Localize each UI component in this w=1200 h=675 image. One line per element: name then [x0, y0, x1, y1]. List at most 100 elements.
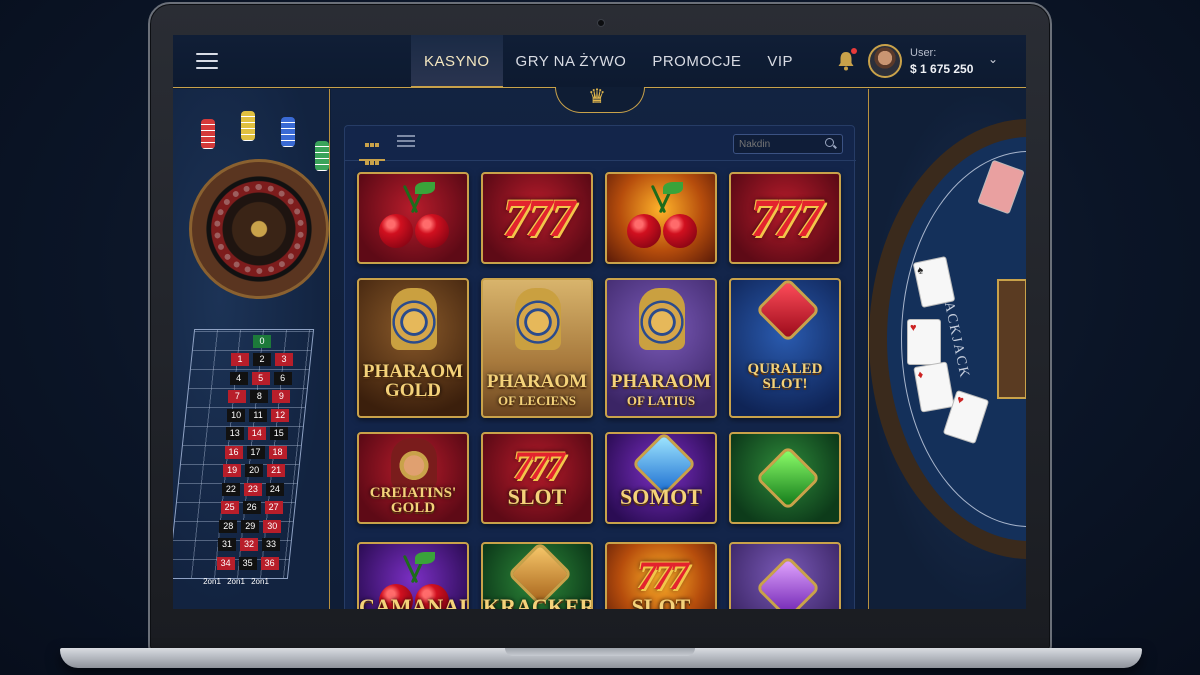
- game-title: SLOT: [507, 484, 567, 509]
- roulette-table: 0 1 2 3 4 5 6 7 8 9 10 11 12 13 14 15 16 17 18 19 20 21 22 23 24…: [173, 89, 330, 609]
- nav-kasyno[interactable]: KASYNO: [411, 35, 503, 88]
- game-lobby: ♛ 777777PHARAOM GOLDPHARAOMOF LECIENSPHA…: [331, 87, 868, 609]
- game-subtitle: OF LECIENS: [498, 393, 576, 408]
- cherries-icon: [607, 174, 715, 262]
- roulette-number[interactable]: 2: [253, 353, 271, 366]
- list-view-icon[interactable]: [397, 135, 415, 151]
- laptop-base: [60, 648, 1142, 668]
- game-title: SLOT: [631, 594, 691, 610]
- roulette-number[interactable]: 26: [242, 501, 261, 514]
- crown-icon: ♛: [588, 86, 606, 108]
- hamburger-menu-icon[interactable]: [196, 53, 218, 70]
- nav-vip[interactable]: VIP: [754, 35, 806, 88]
- amethyst-icon: [731, 544, 839, 609]
- roulette-number-0[interactable]: 0: [253, 335, 271, 348]
- chip-stack: [201, 119, 215, 149]
- game-tile[interactable]: PHARAOM OF LATIUS: [605, 278, 717, 418]
- roulette-number[interactable]: 32: [240, 538, 258, 551]
- roulette-number[interactable]: 4: [229, 371, 248, 385]
- roulette-number[interactable]: 5: [251, 371, 270, 385]
- roulette-number[interactable]: 22: [221, 482, 240, 496]
- emerald-icon: [731, 434, 839, 522]
- roulette-number[interactable]: 20: [245, 464, 264, 477]
- roulette-number[interactable]: 13: [225, 427, 244, 440]
- cherries-icon: [359, 174, 467, 262]
- view-toolbar: [345, 126, 856, 183]
- roulette-number[interactable]: 27: [264, 501, 283, 514]
- roulette-number[interactable]: 36: [260, 556, 279, 570]
- roulette-number[interactable]: 11: [249, 408, 268, 422]
- roulette-number[interactable]: 10: [227, 408, 246, 422]
- game-tile[interactable]: [357, 172, 469, 264]
- roulette-number[interactable]: 29: [241, 519, 260, 533]
- laptop-notch: [505, 648, 695, 656]
- avatar[interactable]: [868, 44, 902, 78]
- game-tile[interactable]: SOMOT: [605, 432, 717, 524]
- chip-stack: [281, 117, 295, 147]
- grid-view-icon[interactable]: [365, 135, 383, 183]
- nav-gry-na-zywo[interactable]: GRY NA ŻYWO: [503, 35, 640, 88]
- roulette-number[interactable]: 23: [243, 482, 262, 496]
- game-tile[interactable]: [729, 542, 841, 609]
- roulette-number[interactable]: 17: [246, 445, 265, 459]
- roulette-number[interactable]: 21: [267, 464, 286, 477]
- roulette-number[interactable]: 18: [268, 445, 287, 459]
- user-balance: $ 1 675 250: [910, 62, 974, 76]
- games-panel: 777777PHARAOM GOLDPHARAOMOF LECIENSPHARA…: [344, 125, 856, 609]
- game-tile[interactable]: [729, 432, 841, 524]
- roulette-wheel: [189, 159, 329, 299]
- roulette-number[interactable]: 19: [223, 464, 242, 477]
- nav-promocje[interactable]: PROMOCJE: [639, 35, 754, 88]
- game-tile[interactable]: KRACKER: [481, 542, 593, 609]
- chip-stack: [241, 111, 255, 141]
- game-tile[interactable]: CREIATINS' GOLD: [357, 432, 469, 524]
- game-title: KRACKER: [483, 594, 593, 610]
- game-title: PHARAOM: [610, 371, 712, 392]
- roulette-number[interactable]: 3: [275, 353, 293, 366]
- game-title: PHARAOM GOLD: [362, 361, 464, 401]
- 777-icon: 777: [750, 188, 824, 248]
- game-tile[interactable]: PHARAOM OF LECIENS: [481, 278, 593, 418]
- roulette-number[interactable]: 35: [238, 556, 257, 570]
- roulette-number[interactable]: 9: [272, 390, 291, 403]
- screen: KASYNO GRY NA ŻYWO PROMOCJE VIP User: $ …: [173, 35, 1026, 609]
- roulette-number[interactable]: 1: [231, 353, 249, 366]
- chevron-down-icon[interactable]: ⌄: [988, 52, 998, 66]
- game-tile[interactable]: PHARAOM GOLD: [357, 278, 469, 418]
- 777-icon: 777: [502, 188, 576, 248]
- game-tile[interactable]: CAMANALOT: [357, 542, 469, 609]
- roulette-number[interactable]: 31: [218, 538, 236, 551]
- roulette-number[interactable]: 14: [247, 427, 266, 440]
- roulette-number[interactable]: 8: [250, 390, 269, 403]
- game-title: CREIATINS' GOLD: [369, 485, 457, 516]
- roulette-number[interactable]: 33: [262, 538, 280, 551]
- user-label: User:: [910, 47, 937, 59]
- game-subtitle: OF LATIUS: [626, 393, 696, 408]
- game-tile[interactable]: [605, 172, 717, 264]
- roulette-number[interactable]: 15: [269, 427, 288, 440]
- roulette-number[interactable]: 24: [265, 482, 284, 496]
- blackjack-table: BLACKJACK ♠ ♥ ♦ ♥: [868, 89, 1026, 609]
- crown-tab: ♛: [555, 87, 645, 113]
- roulette-number[interactable]: 34: [216, 556, 235, 570]
- roulette-number[interactable]: 6: [273, 371, 292, 385]
- column-bet[interactable]: 2on1: [225, 575, 247, 588]
- bell-icon[interactable]: [837, 51, 855, 71]
- game-tile[interactable]: 777 SLOT: [605, 542, 717, 609]
- game-tile[interactable]: 777 SLOT: [481, 432, 593, 524]
- roulette-number[interactable]: 16: [224, 445, 243, 459]
- game-tile[interactable]: 777: [481, 172, 593, 264]
- roulette-number[interactable]: 7: [228, 390, 247, 403]
- column-bet[interactable]: 2on1: [249, 575, 271, 588]
- chip-rack: [997, 279, 1026, 399]
- roulette-number[interactable]: 28: [219, 519, 238, 533]
- chip-stack: [315, 141, 329, 171]
- roulette-number[interactable]: 30: [263, 519, 282, 533]
- game-title: SOMOT: [620, 484, 702, 509]
- column-bet[interactable]: 2on1: [201, 575, 223, 588]
- game-tile[interactable]: 777: [729, 172, 841, 264]
- search-input[interactable]: [733, 134, 843, 154]
- game-tile[interactable]: QURALED SLOT!: [729, 278, 841, 418]
- roulette-number[interactable]: 25: [220, 501, 239, 514]
- roulette-number[interactable]: 12: [271, 408, 290, 422]
